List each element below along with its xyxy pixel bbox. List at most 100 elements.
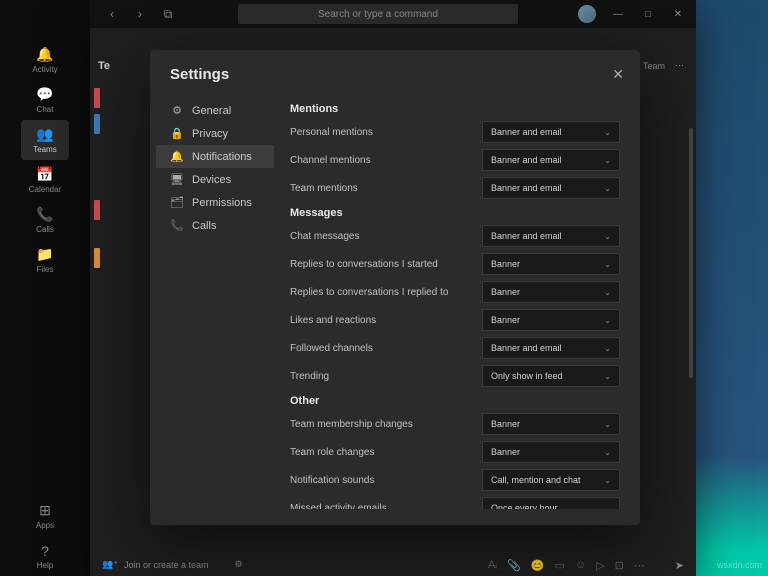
calls-icon: 📞 bbox=[36, 206, 53, 223]
setting-row: Notification sounds Call, mention and cha… bbox=[290, 469, 620, 491]
app-rail: 🔔Activity💬Chat👥Teams📅Calendar📞Calls📁File… bbox=[0, 0, 90, 576]
search-input[interactable]: Search or type a command bbox=[238, 4, 518, 24]
back-button[interactable]: ‹ bbox=[102, 4, 122, 24]
people-icon: 👥⁺ bbox=[102, 559, 118, 570]
settings-nav-devices[interactable]: 🖥Devices bbox=[150, 168, 280, 191]
settings-nav-general[interactable]: ⚙General bbox=[150, 99, 280, 122]
forward-button[interactable]: › bbox=[130, 4, 150, 24]
setting-row: Team role changes Banner⌄ bbox=[290, 441, 620, 463]
setting-label: Team role changes bbox=[290, 447, 474, 458]
setting-dropdown[interactable]: Banner⌄ bbox=[482, 441, 620, 463]
more-icon[interactable]: ⋯ bbox=[634, 559, 645, 572]
rail-item-help[interactable]: ?Help bbox=[21, 536, 69, 576]
help-icon: ? bbox=[41, 543, 49, 559]
setting-dropdown[interactable]: Call, mention and chat⌄ bbox=[482, 469, 620, 491]
attach-icon[interactable]: 📎 bbox=[507, 559, 521, 572]
chevron-down-icon: ⌄ bbox=[604, 260, 611, 269]
setting-row: Team membership changes Banner⌄ bbox=[290, 413, 620, 435]
setting-label: Trending bbox=[290, 371, 474, 382]
close-icon[interactable]: ✕ bbox=[612, 66, 624, 83]
setting-label: Missed activity emails bbox=[290, 503, 474, 510]
setting-row: Likes and reactions Banner⌄ bbox=[290, 309, 620, 331]
avatar[interactable] bbox=[578, 5, 596, 23]
gear-icon[interactable]: ⚙ bbox=[235, 559, 243, 570]
minimize-button[interactable]: — bbox=[604, 2, 632, 26]
rail-item-calendar[interactable]: 📅Calendar bbox=[21, 160, 69, 200]
files-icon: 📁 bbox=[36, 246, 53, 263]
tab-label[interactable]: Team bbox=[643, 61, 665, 71]
setting-label: Channel mentions bbox=[290, 155, 474, 166]
setting-label: Personal mentions bbox=[290, 127, 474, 138]
scrollbar[interactable] bbox=[689, 128, 693, 378]
setting-row: Replies to conversations I replied toBan… bbox=[290, 281, 620, 303]
rail-item-activity[interactable]: 🔔Activity bbox=[21, 40, 69, 80]
section-title: Messages bbox=[290, 207, 620, 219]
settings-nav-calls[interactable]: 📞Calls bbox=[150, 214, 280, 237]
settings-nav-notifications[interactable]: 🔔Notifications bbox=[156, 145, 274, 168]
join-create-team[interactable]: 👥⁺ Join or create a team ⚙ bbox=[102, 559, 243, 570]
team-chip bbox=[94, 200, 100, 220]
team-chip bbox=[94, 114, 100, 134]
privacy-icon: 🔒 bbox=[170, 127, 184, 140]
chevron-down-icon: ⌄ bbox=[604, 448, 611, 457]
devices-icon: 🖥 bbox=[170, 173, 184, 186]
setting-row: Missed activity emails Once every hour⌄ bbox=[290, 497, 620, 509]
setting-row: Trending Only show in feed⌄ bbox=[290, 365, 620, 387]
setting-label: Team membership changes bbox=[290, 419, 474, 430]
teams-icon: 👥 bbox=[36, 126, 53, 143]
chevron-down-icon: ⌄ bbox=[604, 420, 611, 429]
setting-label: Likes and reactions bbox=[290, 315, 474, 326]
rail-item-apps[interactable]: ⊞Apps bbox=[21, 496, 69, 536]
general-icon: ⚙ bbox=[170, 104, 184, 117]
settings-nav-privacy[interactable]: 🔒Privacy bbox=[150, 122, 280, 145]
rail-item-teams[interactable]: 👥Teams bbox=[21, 120, 69, 160]
setting-label: Notification sounds bbox=[290, 475, 474, 486]
meet-icon[interactable]: ▷ bbox=[596, 559, 604, 572]
setting-dropdown[interactable]: Banner and email⌄ bbox=[482, 149, 620, 171]
notifications-icon: 🔔 bbox=[170, 150, 184, 163]
setting-dropdown[interactable]: Banner and email⌄ bbox=[482, 121, 620, 143]
stream-icon[interactable]: ⊡ bbox=[615, 559, 624, 572]
setting-row: Replies to conversations I startedBanner… bbox=[290, 253, 620, 275]
setting-dropdown[interactable]: Banner⌄ bbox=[482, 253, 620, 275]
chevron-down-icon: ⌄ bbox=[604, 344, 611, 353]
setting-dropdown[interactable]: Only show in feed⌄ bbox=[482, 365, 620, 387]
setting-dropdown[interactable]: Banner⌄ bbox=[482, 413, 620, 435]
more-icon[interactable]: ⋯ bbox=[675, 60, 684, 71]
setting-dropdown[interactable]: Banner and email⌄ bbox=[482, 177, 620, 199]
emoji-icon[interactable]: 😊 bbox=[531, 559, 545, 572]
setting-dropdown[interactable]: Banner and email⌄ bbox=[482, 337, 620, 359]
chevron-down-icon: ⌄ bbox=[604, 476, 611, 485]
chevron-down-icon: ⌄ bbox=[604, 372, 611, 381]
setting-dropdown[interactable]: Banner⌄ bbox=[482, 281, 620, 303]
chevron-down-icon: ⌄ bbox=[604, 156, 611, 165]
format-icon[interactable]: Aᵢ bbox=[488, 559, 497, 572]
setting-label: Followed channels bbox=[290, 343, 474, 354]
sticker-icon[interactable]: ☺ bbox=[575, 559, 586, 572]
close-window-button[interactable]: ✕ bbox=[664, 2, 692, 26]
settings-nav-permissions[interactable]: 🗂Permissions bbox=[150, 191, 280, 214]
send-icon[interactable]: ➤ bbox=[675, 559, 684, 572]
rail-item-chat[interactable]: 💬Chat bbox=[21, 80, 69, 120]
rail-item-calls[interactable]: 📞Calls bbox=[21, 200, 69, 240]
setting-row: Channel mentions Banner and email⌄ bbox=[290, 149, 620, 171]
chat-icon: 💬 bbox=[36, 86, 53, 103]
setting-dropdown[interactable]: Banner and email⌄ bbox=[482, 225, 620, 247]
maximize-button[interactable]: □ bbox=[634, 2, 662, 26]
gif-icon[interactable]: ▭ bbox=[554, 559, 564, 572]
channel-header-behind: Team ⋯ bbox=[643, 60, 684, 71]
setting-dropdown[interactable]: Once every hour⌄ bbox=[482, 497, 620, 509]
rail-item-files[interactable]: 📁Files bbox=[21, 240, 69, 280]
team-chip bbox=[94, 88, 100, 108]
chevron-down-icon: ⌄ bbox=[604, 288, 611, 297]
calendar-icon: 📅 bbox=[36, 166, 53, 183]
new-window-icon[interactable]: ⧉ bbox=[158, 4, 178, 24]
compose-toolbar: Aᵢ 📎 😊 ▭ ☺ ▷ ⊡ ⋯ ➤ bbox=[488, 559, 684, 572]
activity-icon: 🔔 bbox=[36, 46, 53, 63]
watermark: wsxdn.com bbox=[717, 560, 762, 570]
setting-row: Followed channels Banner and email⌄ bbox=[290, 337, 620, 359]
page-title-behind: Te bbox=[98, 60, 110, 72]
setting-dropdown[interactable]: Banner⌄ bbox=[482, 309, 620, 331]
section-title: Mentions bbox=[290, 103, 620, 115]
chevron-down-icon: ⌄ bbox=[604, 504, 611, 510]
